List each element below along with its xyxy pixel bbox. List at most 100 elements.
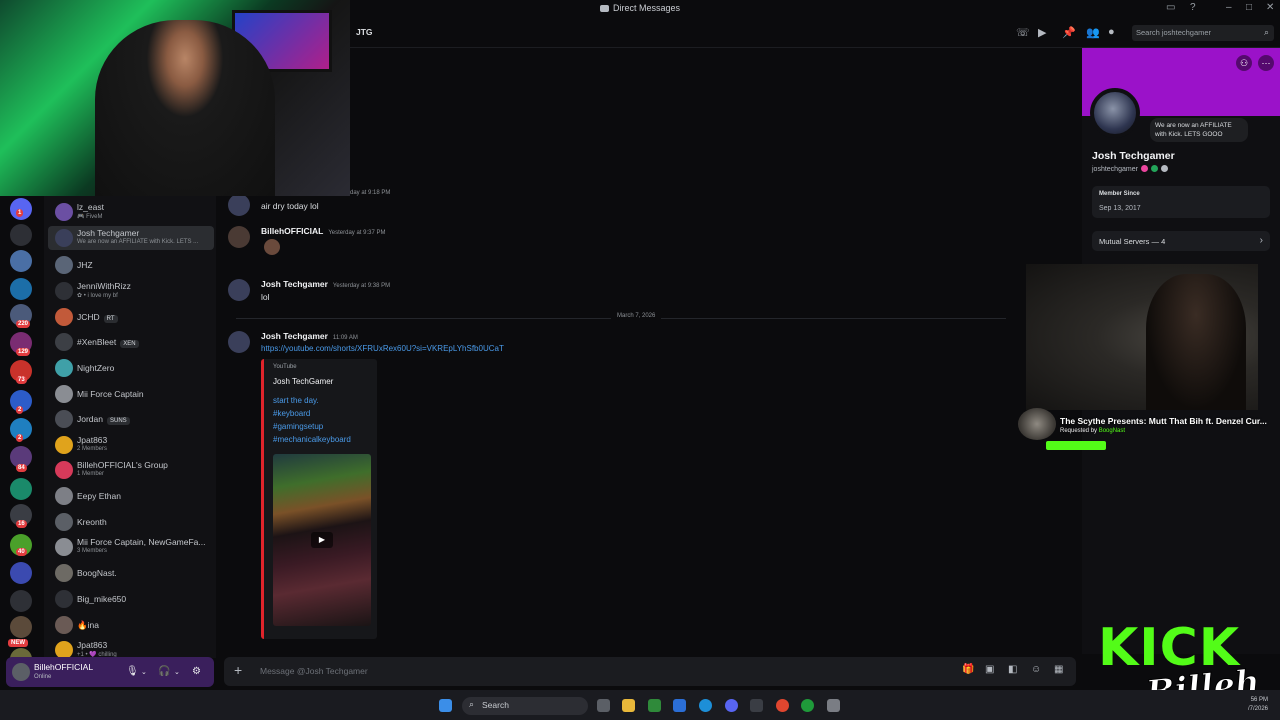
dm-item-name: 🔥ina [77,620,99,631]
mutual-servers-row[interactable]: Mutual Servers — 4 › [1092,231,1270,251]
avatar [55,385,73,403]
embed-hashtag[interactable]: #mechanicalkeyboard [273,435,351,444]
outlook-icon[interactable] [673,699,686,712]
emoji-icon[interactable]: ☺ [1031,664,1041,675]
snipping-tool-icon[interactable] [750,699,763,712]
sticker-icon[interactable]: ◧ [1008,664,1017,675]
author-name[interactable]: Josh Techgamer [261,279,328,289]
dm-item[interactable]: BoogNast. [48,561,214,585]
close-icon[interactable]: ✕ [1266,2,1274,13]
message-input[interactable] [260,663,860,679]
xbox-icon[interactable] [801,699,814,712]
server-icon[interactable] [10,562,32,584]
unread-badge: 129 [16,348,31,356]
attach-plus-icon[interactable]: + [234,662,242,678]
nitro-badge-icon[interactable] [1140,165,1148,172]
dm-item[interactable]: Kreonth [48,510,214,534]
dm-item-name-text: Mii Force Captain [77,389,144,399]
more-options-icon[interactable]: ⋯ [1258,55,1274,71]
timestamp: day at 9:18 PM [350,190,391,196]
author-name[interactable]: BillehOFFICIAL [261,226,323,236]
avatar [55,282,73,300]
taskbar-search[interactable]: ⌕ Search [462,697,588,715]
profile-avatar[interactable] [1090,88,1140,138]
gift-icon[interactable]: 🎁 [962,664,974,675]
add-friend-icon[interactable]: ⚇ [1236,55,1252,71]
message-link[interactable]: https://youtube.com/shorts/XFRUxRex60U?s… [261,344,504,353]
dm-item[interactable]: Mii Force Captain, NewGameFa... 3 Members [48,535,214,559]
video-thumbnail[interactable]: ▶ [273,454,371,626]
maximize-icon[interactable]: □ [1246,2,1252,13]
server-icon[interactable] [10,224,32,246]
dm-item-subtitle: 1 Member [77,471,105,477]
message-author[interactable]: Josh Techgamer Yesterday at 9:38 PM [261,279,390,289]
windows-start-icon[interactable] [439,699,452,712]
minimize-icon[interactable]: – [1226,2,1232,13]
dm-item[interactable]: lz_east 🎮 FiveM [48,200,214,224]
quest-badge-icon[interactable] [1150,165,1158,172]
microphone-icon[interactable]: 🎙 [126,666,139,677]
user-profile-icon[interactable]: ● [1108,26,1115,38]
author-name[interactable]: Josh Techgamer [261,331,328,341]
play-icon[interactable]: ▶ [311,532,333,548]
server-icon[interactable] [10,590,32,612]
embed-line[interactable]: start the day. [273,396,319,405]
dm-item[interactable]: Jpat863 2 Members [48,433,214,457]
embed-title[interactable]: Josh TechGamer [273,377,333,386]
dm-item[interactable]: #XenBleet XEN [48,330,214,354]
gif-icon[interactable]: ▣ [985,664,994,675]
discord-taskbar-icon[interactable] [725,699,738,712]
avatar[interactable] [228,226,250,248]
pin-icon[interactable]: 📌 [1062,26,1076,39]
dm-item[interactable]: 🔥ina [48,613,214,637]
inbox-icon[interactable]: ▭ [1166,2,1175,13]
chevron-down-icon[interactable]: ⌄ [141,668,147,676]
task-view-icon[interactable] [597,699,610,712]
avatar [55,203,73,221]
headphones-icon[interactable]: 🎧 [158,666,170,677]
chrome-icon[interactable] [776,699,789,712]
help-icon[interactable]: ? [1190,2,1196,13]
add-friends-icon[interactable]: 👥 [1086,26,1100,39]
dm-item-name: Josh Techgamer [77,228,139,238]
store-icon[interactable] [648,699,661,712]
orbs-badge-icon[interactable] [1160,165,1168,172]
chevron-down-icon[interactable]: ⌄ [174,668,180,676]
server-icon[interactable] [10,616,32,638]
dm-item[interactable]: Mii Force Captain [48,382,214,406]
avatar[interactable] [228,194,250,216]
dm-item[interactable]: Big_mike650 [48,587,214,611]
file-explorer-icon[interactable] [622,699,635,712]
dm-item[interactable]: JCHD RT [48,305,214,329]
message-author[interactable]: BillehOFFICIAL Yesterday at 9:37 PM [261,226,386,236]
taskbar-clock[interactable]: 56 PM/7/2026 [1248,696,1268,714]
settings-icon[interactable] [827,699,840,712]
embed-hashtag[interactable]: #keyboard [273,409,310,418]
message-composer: + 🎁 ▣ ◧ ☺ ▦ [224,657,1076,686]
voice-call-icon[interactable]: ☏ [1016,26,1030,39]
video-call-icon[interactable]: ▶ [1038,26,1046,39]
server-icon[interactable] [10,278,32,300]
search-input[interactable]: Search joshtechgamer ⌕ [1132,25,1274,41]
embed-provider: YouTube [273,364,297,370]
avatar[interactable] [228,279,250,301]
user-avatar[interactable] [12,663,30,681]
server-icon[interactable] [10,478,32,500]
dm-item[interactable]: Jordan SUNS [48,407,214,431]
dm-item[interactable]: JenniWithRizz ✿ • i love my bf [48,279,214,303]
dm-item[interactable]: Josh Techgamer We are now an AFFILIATE wi… [48,226,214,250]
server-icon[interactable] [10,250,32,272]
avatar [55,333,73,351]
embed-hashtag[interactable]: #gamingsetup [273,422,323,431]
apps-icon[interactable]: ▦ [1054,664,1063,675]
dm-item[interactable]: Jpat863 +1 • 💜 chilling [48,638,214,658]
dm-item[interactable]: BillehOFFICIAL's Group 1 Member [48,458,214,482]
settings-gear-icon[interactable]: ⚙ [192,666,201,677]
dm-item[interactable]: NightZero [48,356,214,380]
dm-item[interactable]: JHZ [48,253,214,277]
dm-list: lz_east 🎮 FiveM Josh Techgamer We are now a… [44,196,216,658]
message-author[interactable]: Josh Techgamer 11:09 AM [261,331,358,341]
edge-icon[interactable] [699,699,712,712]
avatar[interactable] [228,331,250,353]
dm-item[interactable]: Eepy Ethan [48,484,214,508]
